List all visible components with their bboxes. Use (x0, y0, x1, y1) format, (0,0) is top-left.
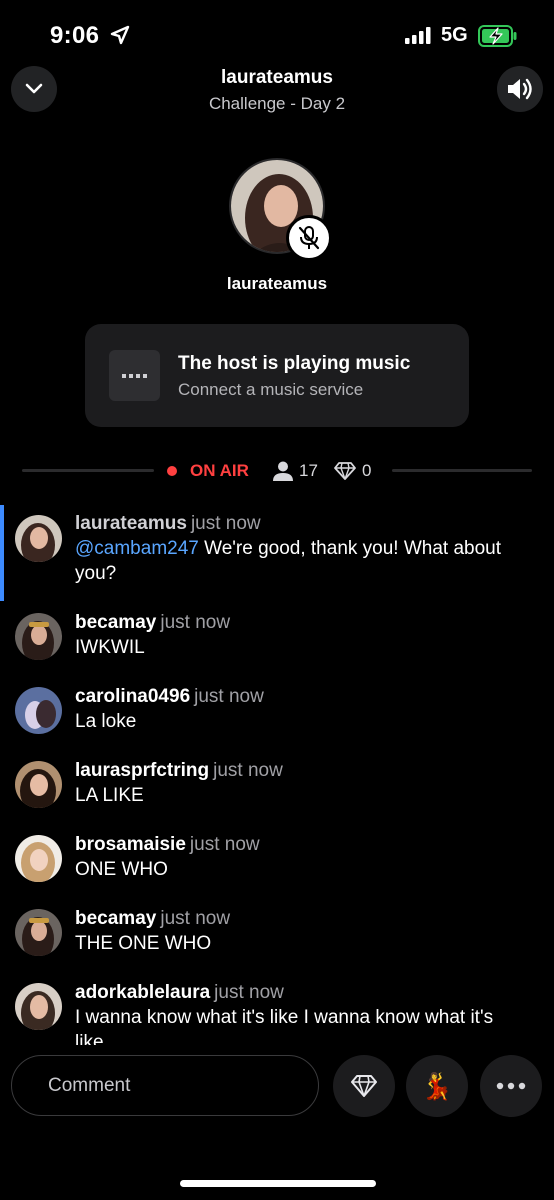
live-dot (167, 466, 177, 476)
comment-text: LA LIKE (75, 785, 144, 806)
comment-body: becamay just now IWKWIL (75, 612, 518, 660)
divider-right (392, 469, 532, 472)
comment-username[interactable]: becamay (75, 908, 156, 929)
comment-username[interactable]: carolina0496 (75, 686, 190, 707)
emoji-reaction-button[interactable]: 💃 (406, 1055, 468, 1117)
avatar[interactable] (15, 835, 62, 882)
comment-text: THE ONE WHO (75, 933, 212, 954)
room-host-title: laurateamus (221, 67, 333, 88)
comment-body: carolina0496 just now La loke (75, 686, 518, 734)
avatar[interactable] (15, 515, 62, 562)
on-air-label: ON AIR (190, 461, 249, 480)
person-icon[interactable] (272, 461, 294, 481)
comment-username[interactable]: laurasprfctring (75, 760, 209, 781)
music-service-card[interactable]: The host is playing music Connect a musi… (85, 324, 469, 427)
room-subtitle: Challenge - Day 2 (208, 94, 346, 113)
comment-username[interactable]: adorkablelaura (75, 982, 210, 1003)
music-thumb (109, 350, 160, 401)
divider-left (22, 469, 154, 472)
network-label: 5G (441, 24, 468, 46)
status-bar: 9:06 5G (0, 0, 554, 70)
comment-time: just now (214, 982, 284, 1003)
mic-off-icon (298, 226, 320, 250)
comment-body: adorkablelaura just now I wanna know what… (75, 982, 518, 1045)
comment-text: ONE WHO (75, 859, 168, 880)
host-muted-badge (286, 215, 332, 261)
comment-text: I wanna know what it's like I wanna know… (75, 1007, 494, 1045)
status-time: 9:06 (50, 22, 100, 49)
comment-text: IWKWIL (75, 637, 145, 658)
comment-text: @cambam247 We're good, thank you! What a… (75, 538, 502, 584)
comment-time: just now (190, 513, 261, 534)
avatar[interactable] (15, 909, 62, 956)
connect-music-link[interactable]: Connect a music service (178, 380, 363, 400)
avatar[interactable] (15, 687, 62, 734)
send-diamonds-button[interactable] (333, 1055, 395, 1117)
comment-text: La loke (75, 711, 137, 732)
comment-time: just now (213, 760, 283, 781)
avatar[interactable] (15, 761, 62, 808)
location-arrow-icon (110, 25, 130, 45)
music-card-title: The host is playing music (178, 353, 411, 374)
comment-username[interactable]: becamay (75, 612, 156, 633)
pinned-accent-line (0, 505, 4, 601)
comment-feed[interactable]: laurateamus just now @cambam247 We're goo… (0, 505, 554, 1045)
more-horizontal-icon (496, 1082, 526, 1090)
speaker-icon (508, 78, 532, 100)
mention-link[interactable]: @cambam247 (75, 538, 199, 559)
dancer-emoji-icon: 💃 (420, 1070, 454, 1101)
comment-body: becamay just now THE ONE WHO (75, 908, 518, 956)
home-indicator[interactable] (180, 1180, 376, 1187)
comment-time: just now (160, 612, 231, 633)
avatar[interactable] (15, 983, 62, 1030)
host-username: laurateamus (226, 274, 328, 293)
comment-body: laurasprfctring just now LA LIKE (75, 760, 518, 808)
comment-time: just now (194, 686, 264, 707)
comment-username[interactable]: laurateamus (75, 513, 187, 534)
live-audio-room: 9:06 5G laurateamus Challenge - Day 2 la… (0, 0, 554, 1200)
dots-icon (121, 373, 147, 378)
listener-count: 17 (299, 461, 318, 480)
diamond-icon (351, 1075, 377, 1097)
comment-username[interactable]: brosamaisie (75, 834, 186, 855)
comment-time: just now (160, 908, 231, 929)
more-options-button[interactable] (480, 1055, 542, 1117)
diamond-icon[interactable] (334, 462, 356, 480)
comment-input[interactable] (11, 1055, 319, 1116)
comment-body: laurateamus just now @cambam247 We're goo… (75, 513, 518, 586)
sound-toggle-button[interactable] (497, 66, 543, 112)
battery-charging-icon (478, 25, 517, 47)
avatar[interactable] (15, 613, 62, 660)
diamond-count: 0 (362, 461, 372, 480)
signal-bars-icon (405, 27, 431, 44)
comment-time: just now (189, 834, 260, 855)
comment-body: brosamaisie just now ONE WHO (75, 834, 518, 882)
